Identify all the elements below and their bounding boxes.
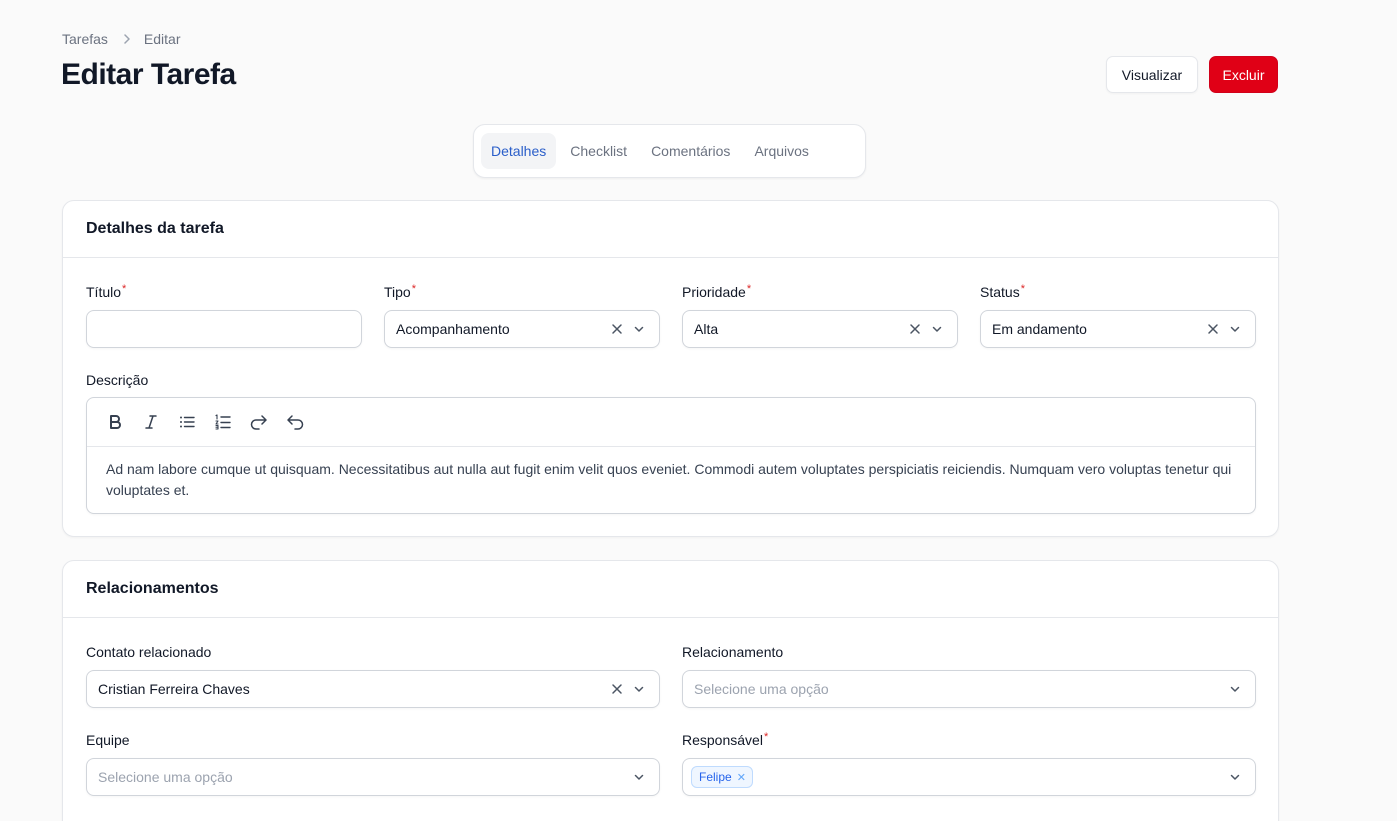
title-label: Título* (86, 283, 126, 301)
required-mark: * (763, 731, 769, 743)
description-editor: Ad nam labore cumque ut quisquam. Necess… (86, 397, 1256, 514)
editor-toolbar (87, 398, 1255, 447)
assignee-chip-label: Felipe (699, 770, 732, 784)
redo-icon[interactable] (246, 409, 272, 435)
section-heading-relations: Relacionamentos (63, 561, 1278, 618)
breadcrumb-current: Editar (143, 31, 181, 47)
team-placeholder: Selecione uma opção (98, 769, 233, 785)
chevron-down-icon[interactable] (930, 322, 944, 336)
priority-label: Prioridade* (682, 283, 751, 301)
chevron-down-icon[interactable] (632, 770, 646, 784)
tab-comentarios[interactable]: Comentários (641, 133, 740, 169)
relations-card: Relacionamentos Contato relacionado Cris… (62, 560, 1279, 821)
contact-select[interactable]: Cristian Ferreira Chaves (86, 670, 660, 708)
relationship-select[interactable]: Selecione uma opção (682, 670, 1256, 708)
breadcrumb: Tarefas Editar (62, 30, 181, 48)
assignee-chip: Felipe ✕ (691, 766, 753, 788)
tab-bar: Detalhes Checklist Comentários Arquivos (473, 124, 866, 178)
contact-label: Contato relacionado (86, 644, 212, 660)
undo-icon[interactable] (282, 409, 308, 435)
priority-label-text: Prioridade (682, 284, 746, 300)
chevron-right-icon (120, 32, 134, 46)
type-select[interactable]: Acompanhamento (384, 310, 660, 348)
breadcrumb-link-tarefas[interactable]: Tarefas (62, 31, 108, 47)
team-select[interactable]: Selecione uma opção (86, 758, 660, 796)
chevron-down-icon[interactable] (632, 322, 646, 336)
title-label-text: Título (86, 284, 122, 300)
remove-chip-icon[interactable]: ✕ (737, 771, 746, 784)
assignee-label-text: Responsável (682, 732, 763, 748)
required-mark: * (1020, 283, 1025, 295)
assignee-label: Responsável* (682, 731, 768, 749)
clear-icon[interactable] (908, 322, 922, 336)
task-details-card: Detalhes da tarefa Título* Tipo* Acompan… (62, 200, 1279, 537)
tab-checklist[interactable]: Checklist (560, 133, 637, 169)
priority-select[interactable]: Alta (682, 310, 958, 348)
team-label: Equipe (86, 732, 130, 748)
title-input[interactable] (86, 310, 362, 348)
bold-icon[interactable] (102, 409, 128, 435)
clear-icon[interactable] (610, 322, 624, 336)
header-actions: Visualizar Excluir (1106, 56, 1278, 93)
type-select-value: Acompanhamento (396, 321, 510, 337)
section-heading-details: Detalhes da tarefa (63, 201, 1278, 258)
relationship-label: Relacionamento (682, 644, 784, 660)
relationship-placeholder: Selecione uma opção (694, 681, 829, 697)
status-select-value: Em andamento (992, 321, 1087, 337)
assignee-chips: Felipe ✕ (691, 766, 1228, 788)
status-select[interactable]: Em andamento (980, 310, 1256, 348)
description-label: Descrição (86, 372, 149, 388)
required-mark: * (746, 283, 752, 295)
chevron-down-icon[interactable] (1228, 322, 1242, 336)
priority-select-value: Alta (694, 321, 719, 337)
bullet-list-icon[interactable] (174, 409, 200, 435)
numbered-list-icon[interactable] (210, 409, 236, 435)
required-mark: * (411, 283, 416, 295)
status-label: Status* (980, 283, 1025, 301)
contact-select-value: Cristian Ferreira Chaves (98, 681, 250, 697)
chevron-down-icon[interactable] (1228, 770, 1242, 784)
assignee-select[interactable]: Felipe ✕ (682, 758, 1256, 796)
type-label: Tipo* (384, 283, 416, 301)
clear-icon[interactable] (610, 682, 624, 696)
required-mark: * (122, 283, 127, 295)
chevron-down-icon[interactable] (1228, 682, 1242, 696)
type-label-text: Tipo (384, 284, 411, 300)
description-content[interactable]: Ad nam labore cumque ut quisquam. Necess… (87, 447, 1255, 513)
delete-button[interactable]: Excluir (1209, 56, 1278, 93)
chevron-down-icon[interactable] (632, 682, 646, 696)
tab-arquivos[interactable]: Arquivos (744, 133, 818, 169)
status-label-text: Status (980, 284, 1020, 300)
tab-detalhes[interactable]: Detalhes (481, 133, 557, 169)
page-title: Editar Tarefa (61, 58, 236, 91)
clear-icon[interactable] (1206, 322, 1220, 336)
italic-icon[interactable] (138, 409, 164, 435)
view-button[interactable]: Visualizar (1106, 56, 1198, 93)
